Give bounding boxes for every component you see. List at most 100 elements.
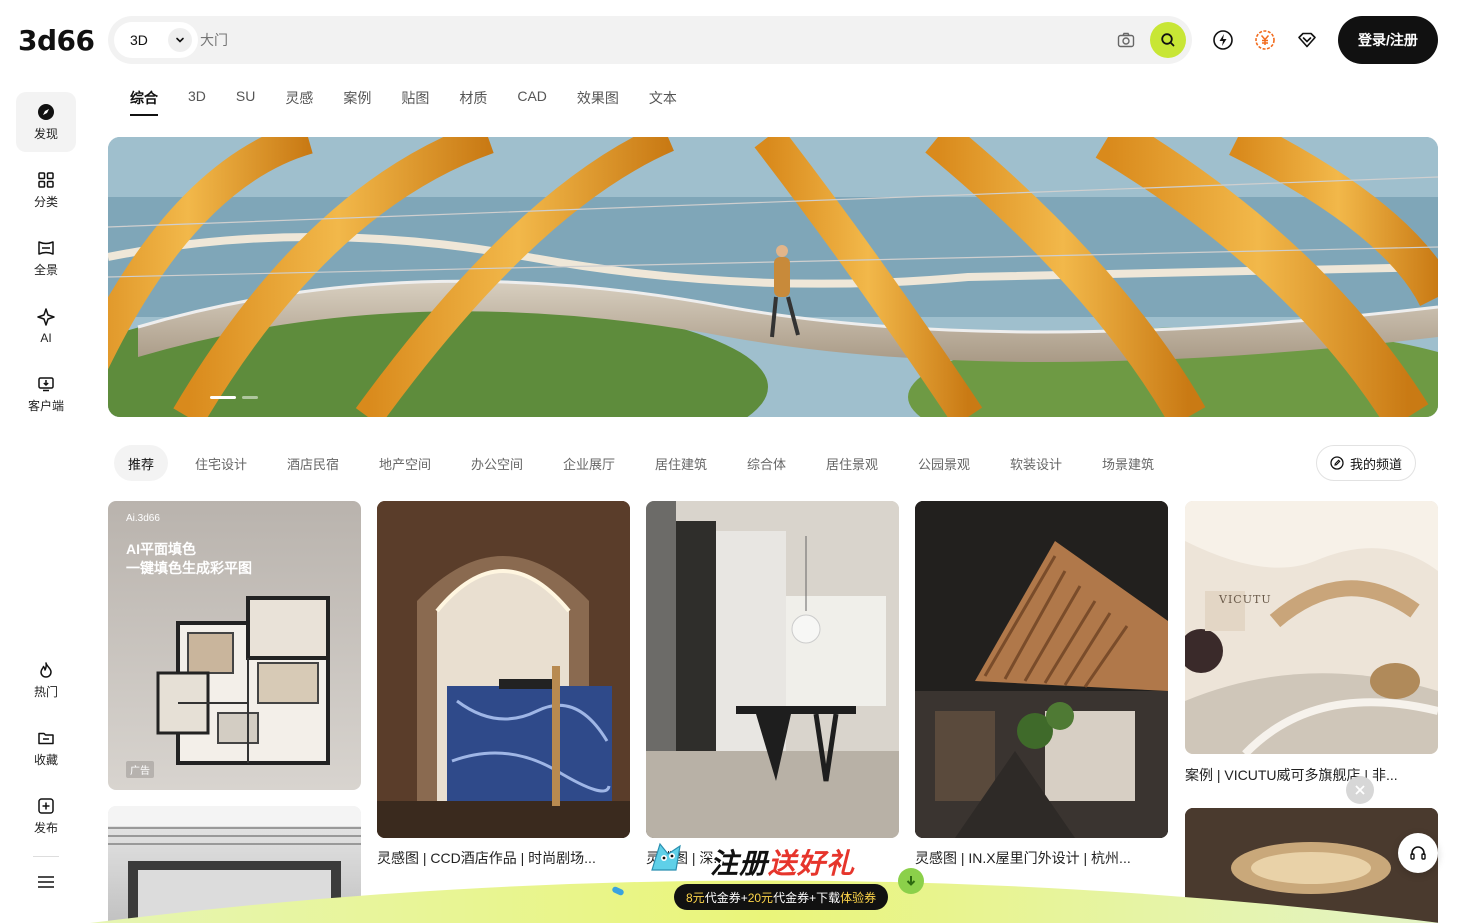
store-interior-image xyxy=(1185,501,1438,754)
ai-card-title: AI平面填色 xyxy=(126,541,196,557)
lightning-icon[interactable] xyxy=(1211,28,1235,52)
promo-title[interactable]: 注册送好礼 xyxy=(710,842,855,882)
ai-fill-ad-card[interactable]: Ai.3d66 AI平面填色 一键填色生成彩平图 广告 xyxy=(108,501,361,790)
chip-scene-architecture[interactable]: 场景建筑 xyxy=(1088,445,1168,481)
chip-real-estate[interactable]: 地产空间 xyxy=(365,445,445,481)
camera-search-icon[interactable] xyxy=(1116,30,1136,50)
card-caption[interactable]: 灵感图 | IN.X屋里门外设计 | 杭州... xyxy=(915,848,1131,868)
rail-ai[interactable]: AI xyxy=(16,296,76,356)
rail-favorites[interactable]: 收藏 xyxy=(16,718,76,778)
chip-complex[interactable]: 综合体 xyxy=(733,445,800,481)
search-bar: 3D xyxy=(108,16,1192,64)
chip-residential-landscape[interactable]: 居住景观 xyxy=(812,445,892,481)
chip-exhibition[interactable]: 企业展厅 xyxy=(549,445,629,481)
chip-hotel[interactable]: 酒店民宿 xyxy=(273,445,353,481)
inx-design-card[interactable] xyxy=(915,501,1168,838)
customer-support-button[interactable] xyxy=(1398,833,1438,873)
hero-banner-image xyxy=(108,137,1438,417)
promo-title-register: 注册 xyxy=(710,848,769,879)
rail-client-label: 客户端 xyxy=(27,398,64,413)
banner-dot[interactable] xyxy=(242,396,258,399)
interior-card[interactable] xyxy=(646,501,899,838)
rail-client[interactable]: 客户端 xyxy=(16,364,76,424)
tab-general[interactable]: 综合 xyxy=(130,88,158,116)
close-icon xyxy=(1355,785,1365,795)
folder-icon xyxy=(38,732,54,744)
tab-su[interactable]: SU xyxy=(236,88,255,116)
grid-icon xyxy=(38,171,54,188)
search-scope-label: 3D xyxy=(130,32,148,48)
card-caption[interactable]: 灵感图 | CCD酒店作品 | 时尚剧场... xyxy=(377,848,596,868)
my-channel-label: 我的频道 xyxy=(1349,456,1402,472)
mascot-icon xyxy=(651,842,681,871)
ai-brand-tag: Ai.3d66 xyxy=(126,513,160,524)
tab-cases[interactable]: 案例 xyxy=(343,88,371,116)
close-promo-button[interactable] xyxy=(1346,776,1374,804)
download-arrow-icon xyxy=(898,868,924,894)
diamond-icon[interactable] xyxy=(1295,28,1319,52)
site-logo[interactable]: 3d66 xyxy=(18,24,95,57)
search-input[interactable] xyxy=(200,28,1080,52)
chip-residential-architecture[interactable]: 居住建筑 xyxy=(641,445,721,481)
ad-badge: 广告 xyxy=(126,761,154,778)
promo-amount-8: 8元 xyxy=(686,890,705,905)
edit-circle-icon xyxy=(1330,456,1344,470)
banner-dot[interactable] xyxy=(210,396,236,399)
hero-banner[interactable] xyxy=(108,137,1438,417)
rail-ai-label: AI xyxy=(40,331,52,345)
banner-pagination xyxy=(210,396,258,399)
tab-inspiration[interactable]: 灵感 xyxy=(285,88,313,116)
tab-materials[interactable]: 材质 xyxy=(459,88,487,116)
search-icon xyxy=(1161,33,1175,47)
promo-text: 代金券+ xyxy=(704,890,748,905)
restaurant-interior-image xyxy=(915,501,1168,838)
search-button[interactable] xyxy=(1150,22,1186,58)
rail-divider xyxy=(33,856,59,857)
chip-soft-decoration[interactable]: 软装设计 xyxy=(996,445,1076,481)
hotel-lobby-image xyxy=(377,501,630,838)
promo-title-gift: 送好礼 xyxy=(768,848,856,879)
flame-icon xyxy=(40,661,52,678)
tab-text[interactable]: 文本 xyxy=(649,88,677,116)
chip-park-landscape[interactable]: 公园景观 xyxy=(904,445,984,481)
rail-publish[interactable]: 发布 xyxy=(16,786,76,846)
chevron-down-icon xyxy=(168,28,192,52)
vicutu-store-card[interactable]: VICUTU xyxy=(1185,501,1438,754)
chip-recommended[interactable]: 推荐 xyxy=(114,445,169,481)
login-register-button[interactable]: 登录/注册 xyxy=(1338,16,1438,64)
menu-icon[interactable] xyxy=(36,872,56,897)
tab-3d[interactable]: 3D xyxy=(188,88,206,116)
rail-hot[interactable]: 热门 xyxy=(16,650,76,710)
rail-favorites-label: 收藏 xyxy=(33,752,58,767)
chip-office[interactable]: 办公空间 xyxy=(457,445,537,481)
promo-amount-20: 20元 xyxy=(747,890,774,905)
rail-panorama[interactable]: 全景 xyxy=(16,228,76,288)
promo-trial: 体验券 xyxy=(840,890,877,905)
panorama-icon xyxy=(38,240,54,255)
headset-icon xyxy=(1410,846,1426,860)
ccd-hotel-card[interactable] xyxy=(377,501,630,838)
rail-panorama-label: 全景 xyxy=(33,262,58,277)
compass-icon xyxy=(38,103,54,120)
rail-discover[interactable]: 发现 xyxy=(16,92,76,152)
sparkle-icon xyxy=(37,308,55,326)
category-tabs: 综合 3D SU 灵感 案例 贴图 材质 CAD 效果图 文本 xyxy=(130,88,707,116)
my-channel-button[interactable]: 我的频道 xyxy=(1316,445,1416,481)
coin-icon[interactable] xyxy=(1253,28,1277,52)
rail-publish-label: 发布 xyxy=(33,820,58,835)
tab-renderings[interactable]: 效果图 xyxy=(577,88,619,116)
chip-residential-design[interactable]: 住宅设计 xyxy=(181,445,261,481)
promo-text: 代金券+下载 xyxy=(773,890,841,905)
vicutu-sign: VICUTU xyxy=(1219,593,1272,606)
rail-hot-label: 热门 xyxy=(33,684,58,699)
promo-coupon-pill[interactable]: 8元 代金券+ 20元 代金券+下载 体验券 xyxy=(674,884,889,910)
search-scope-select[interactable]: 3D xyxy=(114,22,198,58)
floorplan-image xyxy=(156,596,330,765)
rail-category-label: 分类 xyxy=(33,194,58,209)
plus-square-icon xyxy=(38,797,54,814)
tab-textures[interactable]: 贴图 xyxy=(401,88,429,116)
rail-category[interactable]: 分类 xyxy=(16,160,76,220)
rail-discover-label: 发现 xyxy=(33,126,58,141)
tab-cad[interactable]: CAD xyxy=(517,88,547,116)
living-room-image xyxy=(646,501,899,838)
